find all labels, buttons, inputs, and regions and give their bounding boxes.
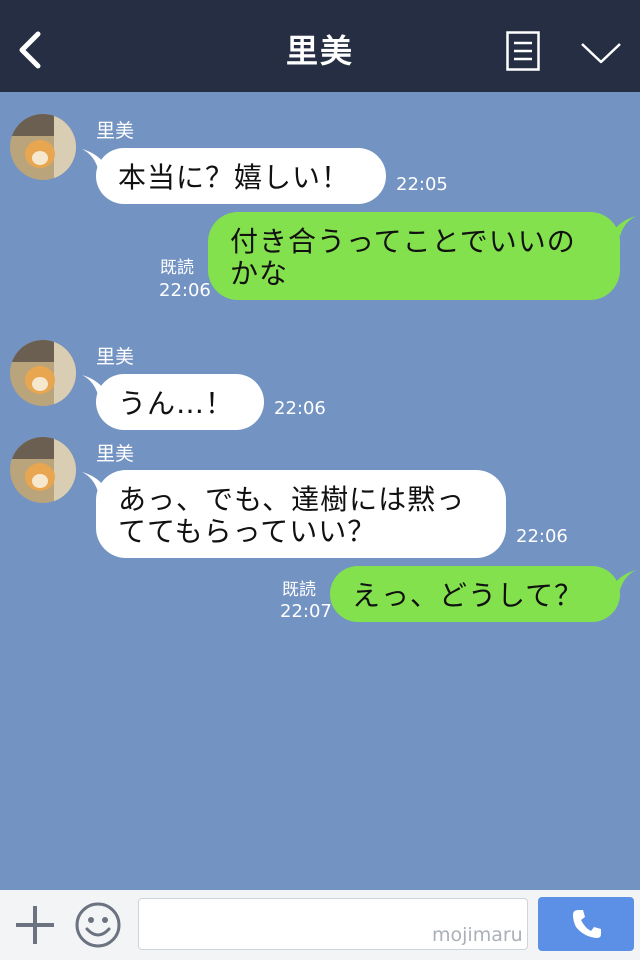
message-time: 22:07 (280, 601, 332, 622)
message-line: かな (230, 257, 289, 290)
message-time: 22:06 (274, 398, 326, 419)
chevron-down-icon[interactable] (580, 40, 622, 66)
chat-area[interactable]: 里美 本当に？嬉しい！ 22:05 付き合うってことでいいの かな 既読 22:… (0, 92, 640, 890)
phone-icon (573, 910, 601, 938)
avatar[interactable] (10, 340, 76, 406)
chat-title: 里美 (285, 32, 354, 70)
message-bubble[interactable]: えっ、どうして？ (330, 566, 620, 622)
sender-name: 里美 (96, 346, 135, 368)
message-bubble[interactable]: うん…！ (96, 374, 264, 430)
message-time: 22:06 (159, 280, 211, 301)
emoji-icon[interactable] (74, 901, 122, 949)
avatar[interactable] (10, 114, 76, 180)
message-time: 22:06 (516, 526, 568, 547)
avatar[interactable] (10, 437, 76, 503)
plus-icon[interactable] (14, 904, 56, 946)
watermark: mojimaru (432, 924, 523, 946)
message-bubble[interactable]: 本当に？嬉しい！ (96, 148, 386, 204)
message-bubble[interactable]: あっ、でも、達樹には黙っ ててもらっていい？ (96, 470, 506, 558)
message-line: 付き合うってことでいいの (230, 225, 576, 258)
message-line: あっ、でも、達樹には黙っ (118, 483, 466, 516)
menu-icon[interactable] (506, 31, 540, 71)
sender-name: 里美 (96, 120, 135, 142)
bubble-tail (614, 570, 636, 590)
read-receipt: 既読 (282, 580, 316, 600)
read-receipt: 既読 (160, 258, 194, 278)
bubble-tail (614, 216, 636, 236)
message-line: ててもらっていい？ (118, 515, 377, 548)
message-time: 22:05 (396, 174, 448, 195)
sender-name: 里美 (96, 443, 135, 465)
message-bubble[interactable]: 付き合うってことでいいの かな (208, 212, 620, 300)
chat-header: 里美 (0, 0, 640, 92)
call-button[interactable] (538, 897, 634, 951)
